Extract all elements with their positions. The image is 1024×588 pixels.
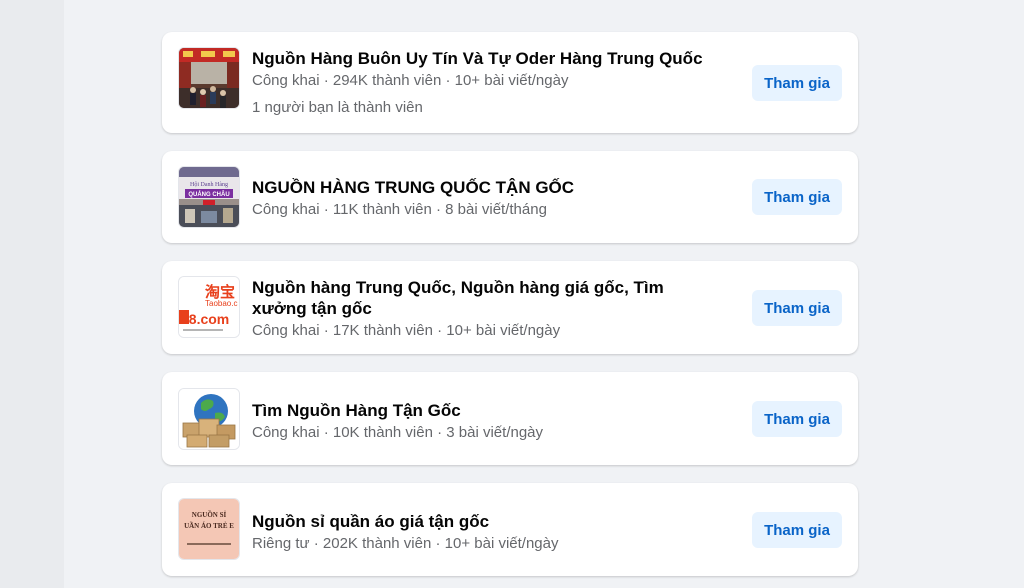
- thumb-text: UẦN ÁO TRẺ E: [184, 522, 234, 530]
- group-meta: Công khai · 294K thành viên · 10+ bài vi…: [252, 72, 569, 89]
- group-name[interactable]: NGUỒN HÀNG TRUNG QUỐC TẬN GỐC: [252, 177, 722, 198]
- taobao-1688-logo-icon: 淘宝 Taobao.c 88.com: [179, 277, 239, 337]
- wholesale-market-banner-photo-icon: Hội Danh Hàng QUẢNG CHÂU: [179, 167, 239, 227]
- group-card[interactable]: Nguồn Hàng Buôn Uy Tín Và Tự Oder Hàng T…: [162, 32, 858, 133]
- group-thumbnail[interactable]: [178, 388, 240, 450]
- group-card[interactable]: 淘宝 Taobao.c 88.com Nguồn hàng Trung Quốc…: [162, 261, 858, 354]
- group-thumbnail[interactable]: Hội Danh Hàng QUẢNG CHÂU: [178, 166, 240, 228]
- left-sidebar-edge: [0, 0, 64, 588]
- group-friends-info: 1 người bạn là thành viên: [252, 99, 423, 116]
- group-name[interactable]: Nguồn Hàng Buôn Uy Tín Và Tự Oder Hàng T…: [252, 48, 722, 69]
- group-meta: Riêng tư · 202K thành viên · 10+ bài viế…: [252, 535, 559, 552]
- thumb-text: Taobao.c: [205, 299, 237, 308]
- thumb-text: QUẢNG CHÂU: [188, 191, 229, 198]
- group-meta: Công khai · 10K thành viên · 3 bài viết/…: [252, 424, 544, 441]
- thumb-text: Hội Danh Hàng: [190, 182, 228, 188]
- group-thumbnail[interactable]: 淘宝 Taobao.c 88.com: [178, 276, 240, 338]
- join-group-button[interactable]: Tham gia: [752, 65, 842, 101]
- thumb-text: 88.com: [181, 311, 229, 327]
- thumb-text: NGUỒN SỈ: [192, 511, 227, 519]
- join-group-button[interactable]: Tham gia: [752, 401, 842, 437]
- join-group-button[interactable]: Tham gia: [752, 512, 842, 548]
- group-card[interactable]: NGUỒN SỈ UẦN ÁO TRẺ E Nguồn sỉ quần áo g…: [162, 483, 858, 576]
- join-group-button[interactable]: Tham gia: [752, 290, 842, 326]
- group-name[interactable]: Nguồn hàng Trung Quốc, Nguồn hàng giá gố…: [252, 277, 722, 319]
- join-group-button[interactable]: Tham gia: [752, 179, 842, 215]
- group-name[interactable]: Nguồn sỉ quần áo giá tận gốc: [252, 511, 722, 532]
- group-name[interactable]: Tìm Nguồn Hàng Tận Gốc: [252, 400, 722, 421]
- clothing-wholesale-banner-icon: NGUỒN SỈ UẦN ÁO TRẺ E: [179, 499, 239, 559]
- group-meta: Công khai · 17K thành viên · 10+ bài viế…: [252, 322, 561, 339]
- group-card[interactable]: Hội Danh Hàng QUẢNG CHÂU NGUỒN HÀNG TRUN…: [162, 151, 858, 243]
- chinese-street-market-photo-icon: [179, 48, 239, 108]
- group-meta: Công khai · 11K thành viên · 8 bài viết/…: [252, 201, 547, 218]
- group-thumbnail[interactable]: [178, 47, 240, 109]
- globe-with-boxes-image-icon: [179, 389, 239, 449]
- group-thumbnail[interactable]: NGUỒN SỈ UẦN ÁO TRẺ E: [178, 498, 240, 560]
- group-card[interactable]: Tìm Nguồn Hàng Tận Gốc Công khai · 10K t…: [162, 372, 858, 465]
